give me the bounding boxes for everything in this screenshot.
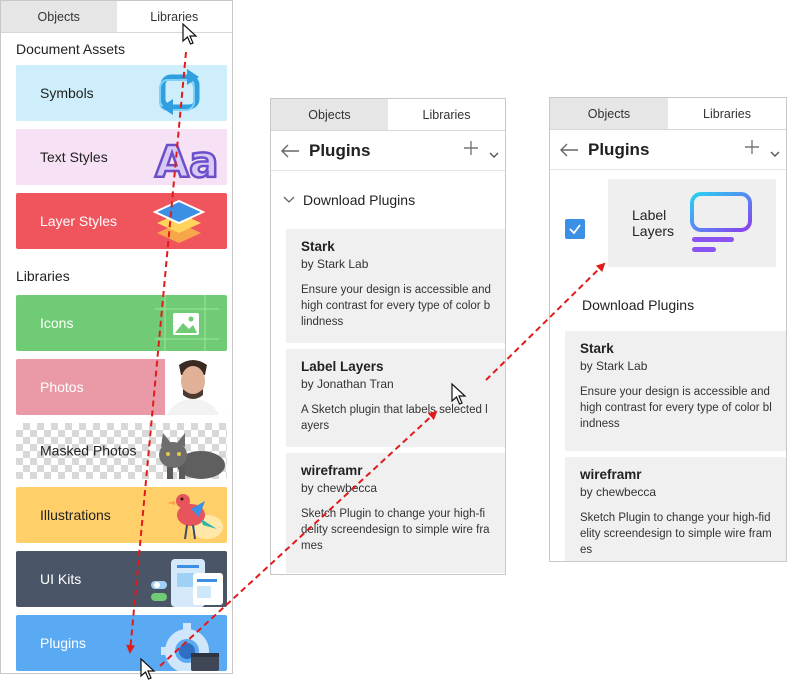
bird-illustration bbox=[167, 494, 223, 540]
download-plugins-section[interactable]: Download Plugins bbox=[271, 171, 505, 229]
plugin-name: Stark bbox=[580, 341, 614, 356]
installed-plugin-label: Label Layers bbox=[632, 207, 675, 239]
plugin-author: by chewbecca bbox=[301, 481, 378, 495]
gear-icon bbox=[161, 623, 219, 671]
asset-card-layer-styles[interactable]: Layer Styles bbox=[16, 193, 227, 249]
plugin-description: Ensure your design is accessible and hig… bbox=[580, 386, 772, 430]
add-icon[interactable] bbox=[463, 140, 479, 161]
layer-styles-icon bbox=[152, 199, 206, 243]
plugins-header: Plugins bbox=[550, 130, 786, 170]
image-icon bbox=[155, 295, 219, 351]
library-card-illustrations[interactable]: Illustrations bbox=[16, 487, 227, 543]
library-label-illustrations: Illustrations bbox=[40, 507, 111, 523]
plugin-name: wireframr bbox=[301, 463, 363, 478]
plugin-card-stark[interactable]: Stark by Stark Lab Ensure your design is… bbox=[286, 229, 505, 343]
plugin-card-stark[interactable]: Stark by Stark Lab Ensure your design is… bbox=[565, 331, 786, 451]
plugin-card-wireframr[interactable]: wireframr by chewbecca Sketch Plugin to … bbox=[565, 457, 786, 561]
asset-card-symbols[interactable]: Symbols bbox=[16, 65, 227, 121]
plugin-author: by Jonathan Tran bbox=[301, 377, 394, 391]
plugin-author: by Stark Lab bbox=[580, 359, 648, 373]
library-card-plugins[interactable]: Plugins bbox=[16, 615, 227, 671]
tab-objects[interactable]: Objects bbox=[550, 98, 668, 129]
tab-libraries[interactable]: Libraries bbox=[668, 98, 786, 129]
library-label-masked-photos: Masked Photos bbox=[40, 442, 137, 459]
ui-kit-mockup bbox=[151, 559, 223, 607]
tab-libraries[interactable]: Libraries bbox=[388, 99, 505, 130]
text-styles-aa-icon: Aa bbox=[154, 136, 220, 185]
plugin-list: Stark by Stark Lab Ensure your design is… bbox=[550, 331, 786, 561]
library-card-ui-kits[interactable]: UI Kits bbox=[16, 551, 227, 607]
portrait-photo bbox=[165, 359, 227, 415]
plugin-description: Ensure your design is accessible and hig… bbox=[301, 284, 491, 328]
plugin-enabled-checkbox[interactable] bbox=[565, 219, 585, 239]
svg-text:Aa: Aa bbox=[155, 137, 219, 185]
tab-bar: Objects Libraries bbox=[1, 1, 232, 33]
add-icon[interactable] bbox=[744, 139, 760, 160]
checkmark-icon bbox=[569, 224, 581, 235]
plugin-description: A Sketch plugin that labels selected lay… bbox=[301, 404, 488, 432]
section-heading: Download Plugins bbox=[303, 192, 416, 208]
libraries-panel-plugins-installed: Objects Libraries Plugins Label Layers D… bbox=[549, 97, 787, 562]
symbols-sync-icon bbox=[159, 69, 200, 115]
libraries-heading: Libraries bbox=[16, 268, 70, 284]
libraries-panel-overview: Objects Libraries Document Assets Symbol… bbox=[0, 0, 233, 674]
library-card-masked-photos[interactable]: Masked Photos bbox=[16, 423, 227, 479]
back-arrow-icon[interactable] bbox=[271, 144, 309, 158]
installed-plugin-label-layers[interactable]: Label Layers bbox=[608, 179, 776, 267]
plugin-name: wireframr bbox=[580, 467, 642, 482]
plugin-author: by chewbecca bbox=[580, 485, 657, 499]
plugin-card-label-layers[interactable]: Label Layers by Jonathan Tran A Sketch p… bbox=[286, 349, 505, 447]
asset-label-symbols: Symbols bbox=[40, 85, 94, 101]
tab-bar: Objects Libraries bbox=[271, 99, 505, 131]
chevron-down-icon[interactable] bbox=[770, 145, 780, 163]
plugin-description: Sketch Plugin to change your high-fideli… bbox=[580, 512, 772, 556]
download-plugins-section[interactable]: Download Plugins bbox=[582, 297, 694, 313]
library-card-photos[interactable]: Photos bbox=[16, 359, 227, 415]
library-card-icons[interactable]: Icons bbox=[16, 295, 227, 351]
tab-bar: Objects Libraries bbox=[550, 98, 786, 130]
label-layers-icon bbox=[690, 192, 752, 252]
plugin-author: by Stark Lab bbox=[301, 257, 369, 271]
plugin-name: Label Layers bbox=[301, 359, 384, 374]
page-title: Plugins bbox=[588, 139, 650, 159]
library-label-photos: Photos bbox=[40, 379, 84, 395]
plugin-name: Stark bbox=[301, 239, 335, 254]
cat-photo bbox=[159, 433, 225, 479]
library-label-plugins: Plugins bbox=[40, 635, 86, 651]
plugin-description: Sketch Plugin to change your high-fideli… bbox=[301, 508, 490, 552]
chevron-down-icon[interactable] bbox=[489, 146, 499, 164]
libraries-panel-plugins: Objects Libraries Plugins Download Plugi… bbox=[270, 98, 506, 575]
library-label-icons: Icons bbox=[40, 315, 74, 331]
document-assets-heading: Document Assets bbox=[16, 41, 125, 57]
library-label-ui-kits: UI Kits bbox=[40, 571, 82, 587]
asset-label-layer-styles: Layer Styles bbox=[40, 213, 118, 229]
tab-objects[interactable]: Objects bbox=[1, 1, 117, 32]
page-title: Plugins bbox=[309, 140, 371, 160]
tab-objects[interactable]: Objects bbox=[271, 99, 388, 130]
asset-label-text-styles: Text Styles bbox=[40, 149, 108, 165]
asset-card-text-styles[interactable]: Text Styles Aa bbox=[16, 129, 227, 185]
plugins-header: Plugins bbox=[271, 131, 505, 171]
back-arrow-icon[interactable] bbox=[550, 143, 588, 157]
chevron-down-icon bbox=[283, 196, 295, 203]
tab-libraries[interactable]: Libraries bbox=[116, 1, 232, 32]
plugin-card-wireframr[interactable]: wireframr by chewbecca Sketch Plugin to … bbox=[286, 453, 505, 573]
